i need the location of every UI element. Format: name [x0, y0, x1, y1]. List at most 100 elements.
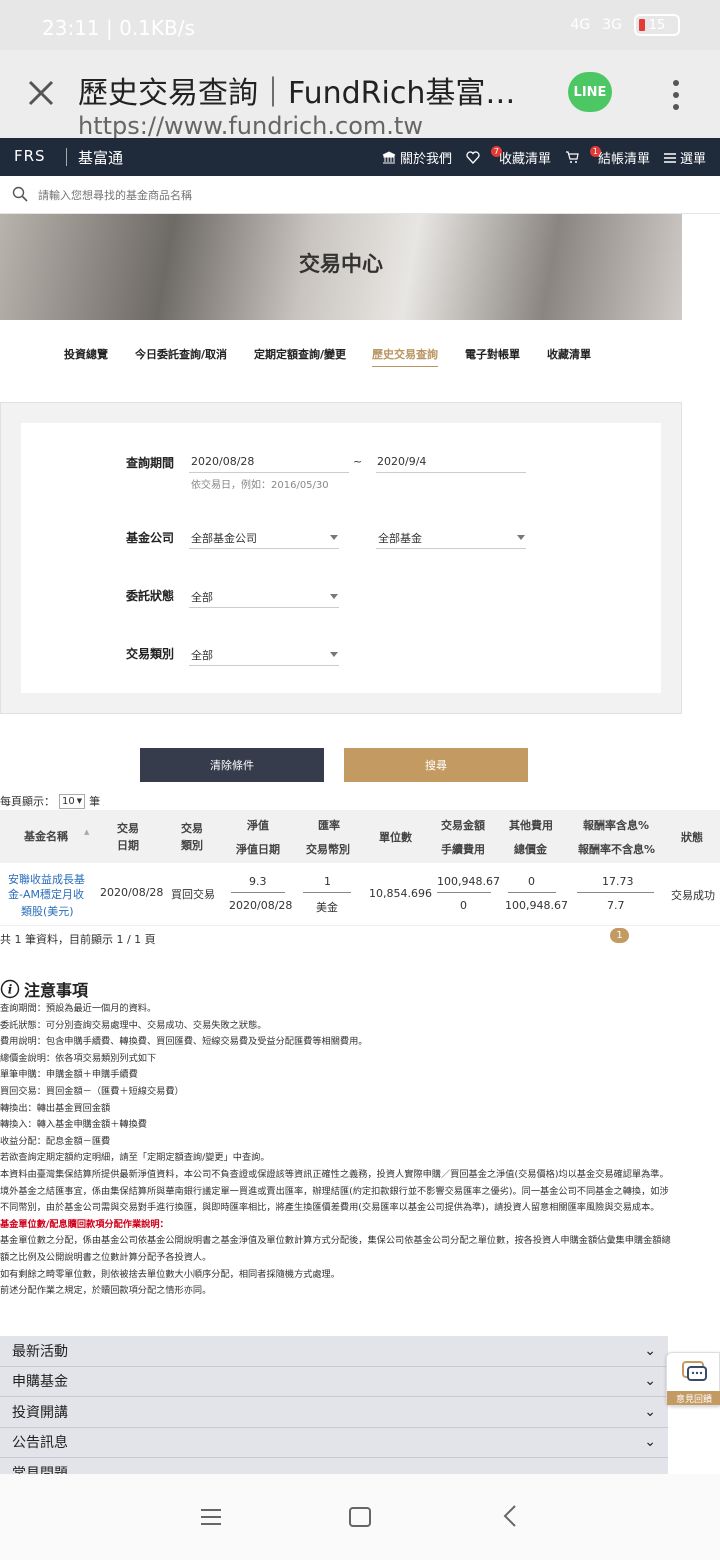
nav-menu[interactable]: 選單 [663, 148, 706, 167]
col-trade2-label: 交易 [181, 822, 203, 835]
page-1-button[interactable]: 1 [610, 928, 629, 943]
cell-fx: 1 [324, 875, 331, 888]
fund-name-link-3[interactable]: 類股(美元) [21, 903, 74, 919]
cell-return-incl: 17.73 [602, 875, 634, 888]
start-date-input[interactable]: 2020/08/28 [191, 455, 254, 468]
sort-icon[interactable]: ▲ [84, 829, 89, 836]
search-icon [12, 186, 28, 202]
status-time: 23:11 | 0.1KB/s [42, 16, 195, 40]
chevron-down-icon: ⌄ [644, 1342, 656, 1359]
col-amount[interactable]: 交易金額 [441, 817, 485, 833]
home-icon[interactable] [348, 1506, 372, 1528]
nav-favorites[interactable]: 7 收藏清單 [466, 146, 551, 167]
col-currency[interactable]: 交易幣別 [306, 841, 350, 857]
line-share-button[interactable]: LINE [568, 72, 612, 112]
accordion-faq[interactable]: 常見問題 [0, 1458, 668, 1474]
feedback-button[interactable]: 意見回饋 [666, 1352, 720, 1406]
frs-logo[interactable]: FRS [14, 147, 46, 165]
col-total[interactable]: 總價金 [514, 841, 547, 857]
search-input[interactable] [38, 184, 638, 206]
battery-icon: 15 [634, 14, 680, 36]
close-icon[interactable] [24, 76, 58, 110]
col-nav[interactable]: 淨值 [247, 817, 269, 833]
fund-name-link-2[interactable]: 金-AM穩定月收 [8, 886, 84, 902]
recent-apps-icon[interactable] [200, 1508, 222, 1526]
type-chevron-down-icon [330, 652, 338, 657]
signal-4g-icon: 4G [570, 17, 591, 33]
fund-chevron-down-icon [517, 535, 525, 540]
more-options-icon[interactable] [668, 78, 684, 112]
col-return-excl[interactable]: 報酬率不含息% [578, 841, 655, 857]
tab-history[interactable]: 歷史交易查詢 [372, 346, 438, 367]
browser-url-bar: 歷史交易查詢｜FundRich基富… https://www.fundrich.… [0, 50, 720, 138]
accordion-investment-talks[interactable]: 投資開講 ⌄ [0, 1397, 668, 1428]
page-url[interactable]: https://www.fundrich.com.tw [78, 112, 423, 138]
col-other-fee[interactable]: 其他費用 [509, 817, 553, 833]
svg-text:i: i [8, 983, 13, 997]
hero-banner: 交易中心 [0, 214, 682, 320]
cart-icon [565, 151, 579, 163]
tab-overview[interactable]: 投資總覽 [64, 346, 108, 362]
notes-heading: i 注意事項 [0, 977, 88, 1001]
tab-regular-investment[interactable]: 定期定額查詢/變更 [254, 346, 346, 362]
end-date-input[interactable]: 2020/9/4 [377, 455, 426, 468]
type-select[interactable]: 全部 [191, 647, 213, 663]
cell-nav-date: 2020/08/28 [229, 899, 293, 912]
company-select[interactable]: 全部基金公司 [191, 530, 257, 546]
signal-3g-icon: 3G [602, 17, 622, 33]
tab-favorites[interactable]: 收藏清單 [547, 346, 591, 362]
accordion-announcements[interactable]: 公告訊息 ⌄ [0, 1428, 668, 1458]
notes-content: 查詢期間：預設為最近一個月的資料。 委託狀態：可分別查詢交易處理中、交易成功、交… [0, 1003, 671, 1297]
cell-status: 交易成功 [671, 889, 715, 902]
col-units[interactable]: 單位數 [379, 829, 412, 845]
table-row: 安聯收益成長基 金-AM穩定月收 類股(美元) 2020/08/28 買回交易 … [0, 864, 720, 926]
col-fx[interactable]: 匯率 [318, 817, 340, 833]
accordion-subscribe-funds[interactable]: 申購基金 ⌄ [0, 1367, 668, 1397]
fund-name-link[interactable]: 安聯收益成長基 [8, 871, 85, 887]
cell-return-excl: 7.7 [607, 899, 625, 912]
company-label: 基金公司 [126, 531, 175, 545]
query-form-panel: 查詢期間 2020/08/28 ~ 2020/9/4 依交易日，例如：2016/… [0, 402, 682, 714]
back-icon[interactable] [502, 1504, 518, 1528]
company-chevron-down-icon [330, 535, 338, 540]
cell-total: 100,948.67 [505, 899, 568, 912]
site-header: FRS 基富通 關於我們 7 收藏清單 1 結帳清單 選單 [0, 138, 720, 176]
heart-icon [466, 151, 480, 164]
col-nav-date[interactable]: 淨值日期 [236, 841, 280, 857]
col-status: 狀態 [681, 831, 703, 844]
status-icons: 4G 3G 15 [570, 14, 680, 36]
fund-select[interactable]: 全部基金 [378, 530, 422, 546]
search-button[interactable]: 搜尋 [344, 748, 528, 782]
cell-fee: 0 [460, 899, 467, 912]
cell-currency: 美金 [316, 901, 338, 914]
system-nav-bar [0, 1474, 720, 1560]
nav-about[interactable]: 關於我們 [382, 148, 452, 167]
page-size-control: 每頁顯示： 10 ▼ 筆 [0, 793, 101, 809]
tab-today-orders[interactable]: 今日委託查詢/取消 [135, 346, 227, 362]
notes-red-heading: 基金單位數/配息贖回款項分配作業說明： [0, 1218, 169, 1230]
col-date[interactable]: 日期 [117, 837, 139, 853]
cell-other-fee: 0 [528, 875, 535, 888]
chat-bubble-icon [682, 1361, 707, 1381]
result-summary: 共 1 筆資料，目前顯示 1 / 1 頁 [0, 933, 156, 946]
date-range-tilde: ~ [353, 455, 363, 468]
col-fund-name[interactable]: 基金名稱 [24, 828, 68, 844]
status-select[interactable]: 全部 [191, 589, 213, 605]
chevron-down-icon: ⌄ [644, 1434, 656, 1451]
page-size-select[interactable]: 10 ▼ [59, 793, 86, 809]
col-trade-label: 交易 [117, 822, 139, 835]
col-fee[interactable]: 手續費用 [441, 841, 485, 857]
page-title: 歷史交易查詢｜FundRich基富… [78, 76, 516, 111]
tab-e-statement[interactable]: 電子對帳單 [465, 346, 520, 362]
clear-button[interactable]: 清除條件 [140, 748, 324, 782]
col-return-incl[interactable]: 報酬率含息% [583, 817, 649, 833]
cell-type: 買回交易 [171, 888, 215, 901]
col-type[interactable]: 類別 [181, 837, 203, 853]
status-label: 委託狀態 [126, 589, 175, 603]
accordion-latest-activities[interactable]: 最新活動 ⌄ [0, 1336, 668, 1367]
date-hint: 依交易日，例如：2016/05/30 [191, 480, 329, 491]
chevron-down-icon: ⌄ [644, 1373, 656, 1390]
cell-nav: 9.3 [249, 875, 267, 888]
brand-name[interactable]: 基富通 [78, 147, 123, 168]
nav-checkout[interactable]: 1 結帳清單 [565, 146, 650, 167]
